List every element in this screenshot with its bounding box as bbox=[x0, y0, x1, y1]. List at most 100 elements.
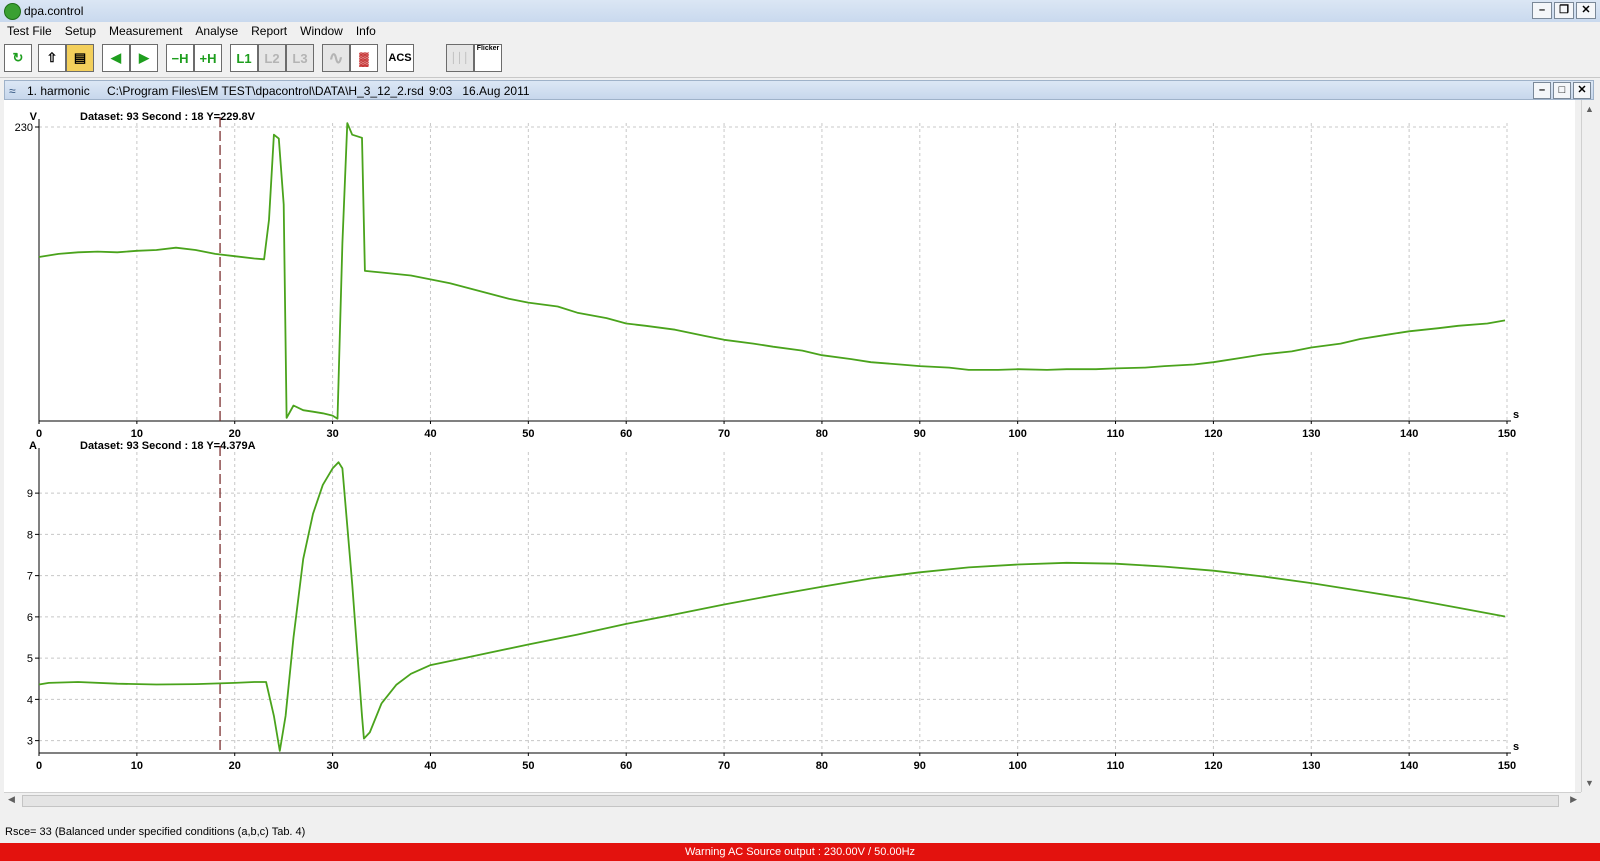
next-button[interactable]: ▶ bbox=[130, 44, 158, 72]
scroll-down-icon[interactable]: ▼ bbox=[1585, 778, 1594, 788]
document-title-bar: ≈ 1. harmonic C:\Program Files\EM TEST\d… bbox=[4, 80, 1594, 100]
refresh-icon: ↻ bbox=[12, 50, 24, 65]
chart1-x-tick-label: 90 bbox=[914, 428, 926, 440]
chart2-x-tick-label: 120 bbox=[1204, 760, 1222, 772]
open-folder-icon: ▤ bbox=[73, 50, 87, 65]
acs-label: ACS bbox=[388, 52, 412, 64]
chart2-x-tick-label: 100 bbox=[1008, 760, 1026, 772]
l1-button[interactable]: L1 bbox=[230, 44, 258, 72]
doc-close-button[interactable]: ✕ bbox=[1573, 82, 1591, 99]
chart2-x-tick-label: 90 bbox=[914, 760, 926, 772]
menu-setup[interactable]: Setup bbox=[58, 22, 102, 41]
chart2-y-unit-label: A bbox=[29, 440, 37, 452]
minimize-button[interactable]: – bbox=[1532, 2, 1552, 19]
menu-bar: Test File Setup Measurement Analyse Repo… bbox=[0, 22, 1600, 41]
scrollbar-thumb[interactable] bbox=[22, 795, 1559, 807]
document-path: C:\Program Files\EM TEST\dpacontrol\DATA… bbox=[107, 84, 424, 98]
l2-label: L2 bbox=[264, 50, 280, 66]
minus-h-label: −H bbox=[171, 50, 189, 66]
plus-h-button[interactable]: +H bbox=[194, 44, 222, 72]
document-title: 1. harmonic bbox=[27, 84, 90, 98]
acs-button[interactable]: ACS bbox=[386, 44, 414, 72]
previous-button[interactable]: ◀ bbox=[102, 44, 130, 72]
plus-h-label: +H bbox=[199, 50, 217, 66]
chart2-x-tick-label: 50 bbox=[522, 760, 534, 772]
close-button[interactable]: ✕ bbox=[1576, 2, 1596, 19]
toolbar: ↻ ⇧ ▤ ◀ ▶ −H +H L1 L2 L3 ∿ ▓ ACS │││ Fli… bbox=[0, 41, 1600, 78]
chart1-x-tick-label: 60 bbox=[620, 428, 632, 440]
chart1-x-tick-label: 0 bbox=[36, 428, 42, 440]
minus-h-button[interactable]: −H bbox=[166, 44, 194, 72]
chart2-series-line bbox=[38, 461, 1506, 752]
window-controls: – ❐ ✕ bbox=[1532, 2, 1596, 19]
chart2-y-tick-label: 5 bbox=[27, 653, 33, 665]
chart2-x-tick-label: 140 bbox=[1400, 760, 1418, 772]
spectrum-button[interactable]: │││ bbox=[446, 44, 474, 72]
export-icon: ⇧ bbox=[46, 50, 58, 65]
chart2-y-tick-label: 7 bbox=[27, 571, 33, 583]
doc-minimize-button[interactable]: – bbox=[1533, 82, 1551, 99]
waveform-icon: ∿ bbox=[328, 47, 344, 68]
chart-window-icon: ≈ bbox=[9, 84, 16, 98]
document-time: 9:03 bbox=[429, 84, 453, 98]
chart2-x-tick-label: 130 bbox=[1302, 760, 1320, 772]
plots-canvas[interactable]: 2300 10 20 30 40 50 60 70 80 90 100 110 120 130 140 150… bbox=[4, 100, 1575, 792]
chart2-x-tick-label: 0 bbox=[36, 760, 42, 772]
chart2-x-tick-label: 20 bbox=[229, 760, 241, 772]
waveform-button[interactable]: ∿ bbox=[322, 44, 350, 72]
chart1-x-tick-label: 110 bbox=[1107, 428, 1125, 440]
spectrum-icon: │││ bbox=[450, 52, 470, 64]
chart1-x-tick-label: 40 bbox=[424, 428, 436, 440]
scroll-right-icon[interactable]: ▶ bbox=[1570, 794, 1577, 805]
restore-button[interactable]: ❐ bbox=[1554, 2, 1574, 19]
bar-chart-button[interactable]: ▓ bbox=[350, 44, 378, 72]
export-button[interactable]: ⇧ bbox=[38, 44, 66, 72]
menu-window[interactable]: Window bbox=[293, 22, 349, 41]
open-folder-button[interactable]: ▤ bbox=[66, 44, 94, 72]
chart1-x-tick-label: 50 bbox=[522, 428, 534, 440]
l1-label: L1 bbox=[236, 50, 252, 66]
document-date: 16.Aug 2011 bbox=[462, 84, 530, 98]
scroll-left-icon[interactable]: ◀ bbox=[8, 794, 15, 805]
chart1-x-tick-label: 30 bbox=[326, 428, 338, 440]
title-bar: dpa.control – ❐ ✕ bbox=[0, 0, 1600, 23]
window-title: dpa.control bbox=[24, 4, 84, 18]
chart1-y-unit-label: V bbox=[30, 111, 38, 123]
chart1-x-tick-label: 10 bbox=[131, 428, 143, 440]
menu-measurement[interactable]: Measurement bbox=[102, 22, 188, 41]
menu-test-file[interactable]: Test File bbox=[0, 22, 58, 41]
chart2-x-tick-label: 110 bbox=[1107, 760, 1125, 772]
menu-analyse[interactable]: Analyse bbox=[188, 22, 244, 41]
chart1-x-tick-label: 120 bbox=[1204, 428, 1222, 440]
chart1-x-tick-label: 80 bbox=[816, 428, 828, 440]
chart1-series-line bbox=[38, 122, 1506, 420]
l3-button[interactable]: L3 bbox=[286, 44, 314, 72]
rsce-status-text: Rsce= 33 (Balanced under specified condi… bbox=[5, 826, 306, 838]
chart2-x-tick-label: 40 bbox=[424, 760, 436, 772]
flicker-label: Flicker bbox=[476, 45, 500, 52]
scroll-up-icon[interactable]: ▲ bbox=[1585, 104, 1594, 114]
chart2-x-tick-label: 80 bbox=[816, 760, 828, 772]
l2-button[interactable]: L2 bbox=[258, 44, 286, 72]
document-window-controls: – □ ✕ bbox=[1533, 82, 1591, 99]
vertical-scrollbar[interactable]: ▲ ▼ bbox=[1581, 100, 1599, 792]
chart2-x-tick-label: 150 bbox=[1498, 760, 1516, 772]
chart1-x-tick-label: 140 bbox=[1400, 428, 1418, 440]
chart2-y-tick-label: 6 bbox=[27, 612, 33, 624]
menu-info[interactable]: Info bbox=[349, 22, 382, 41]
chart2-x-tick-label: 70 bbox=[718, 760, 730, 772]
document-timestamp: 9:03 16.Aug 2011 bbox=[429, 84, 530, 98]
chart1-cursor-info: Dataset: 93 Second : 18 Y=229.8V bbox=[80, 111, 256, 123]
doc-maximize-button[interactable]: □ bbox=[1553, 82, 1571, 99]
menu-report[interactable]: Report bbox=[244, 22, 293, 41]
chart2-cursor-info: Dataset: 93 Second : 18 Y=4.379A bbox=[80, 440, 256, 452]
arrow-left-icon: ◀ bbox=[111, 50, 121, 65]
arrow-right-icon: ▶ bbox=[139, 50, 149, 65]
chart2-y-tick-label: 4 bbox=[27, 694, 33, 706]
app-logo-icon bbox=[4, 3, 21, 20]
refresh-button[interactable]: ↻ bbox=[4, 44, 32, 72]
horizontal-scrollbar[interactable]: ◀ ▶ bbox=[4, 792, 1581, 808]
chart1-y-tick-label: 230 bbox=[15, 122, 33, 134]
flicker-button[interactable]: Flicker bbox=[474, 44, 502, 72]
chart2-y-tick-label: 8 bbox=[27, 529, 33, 541]
